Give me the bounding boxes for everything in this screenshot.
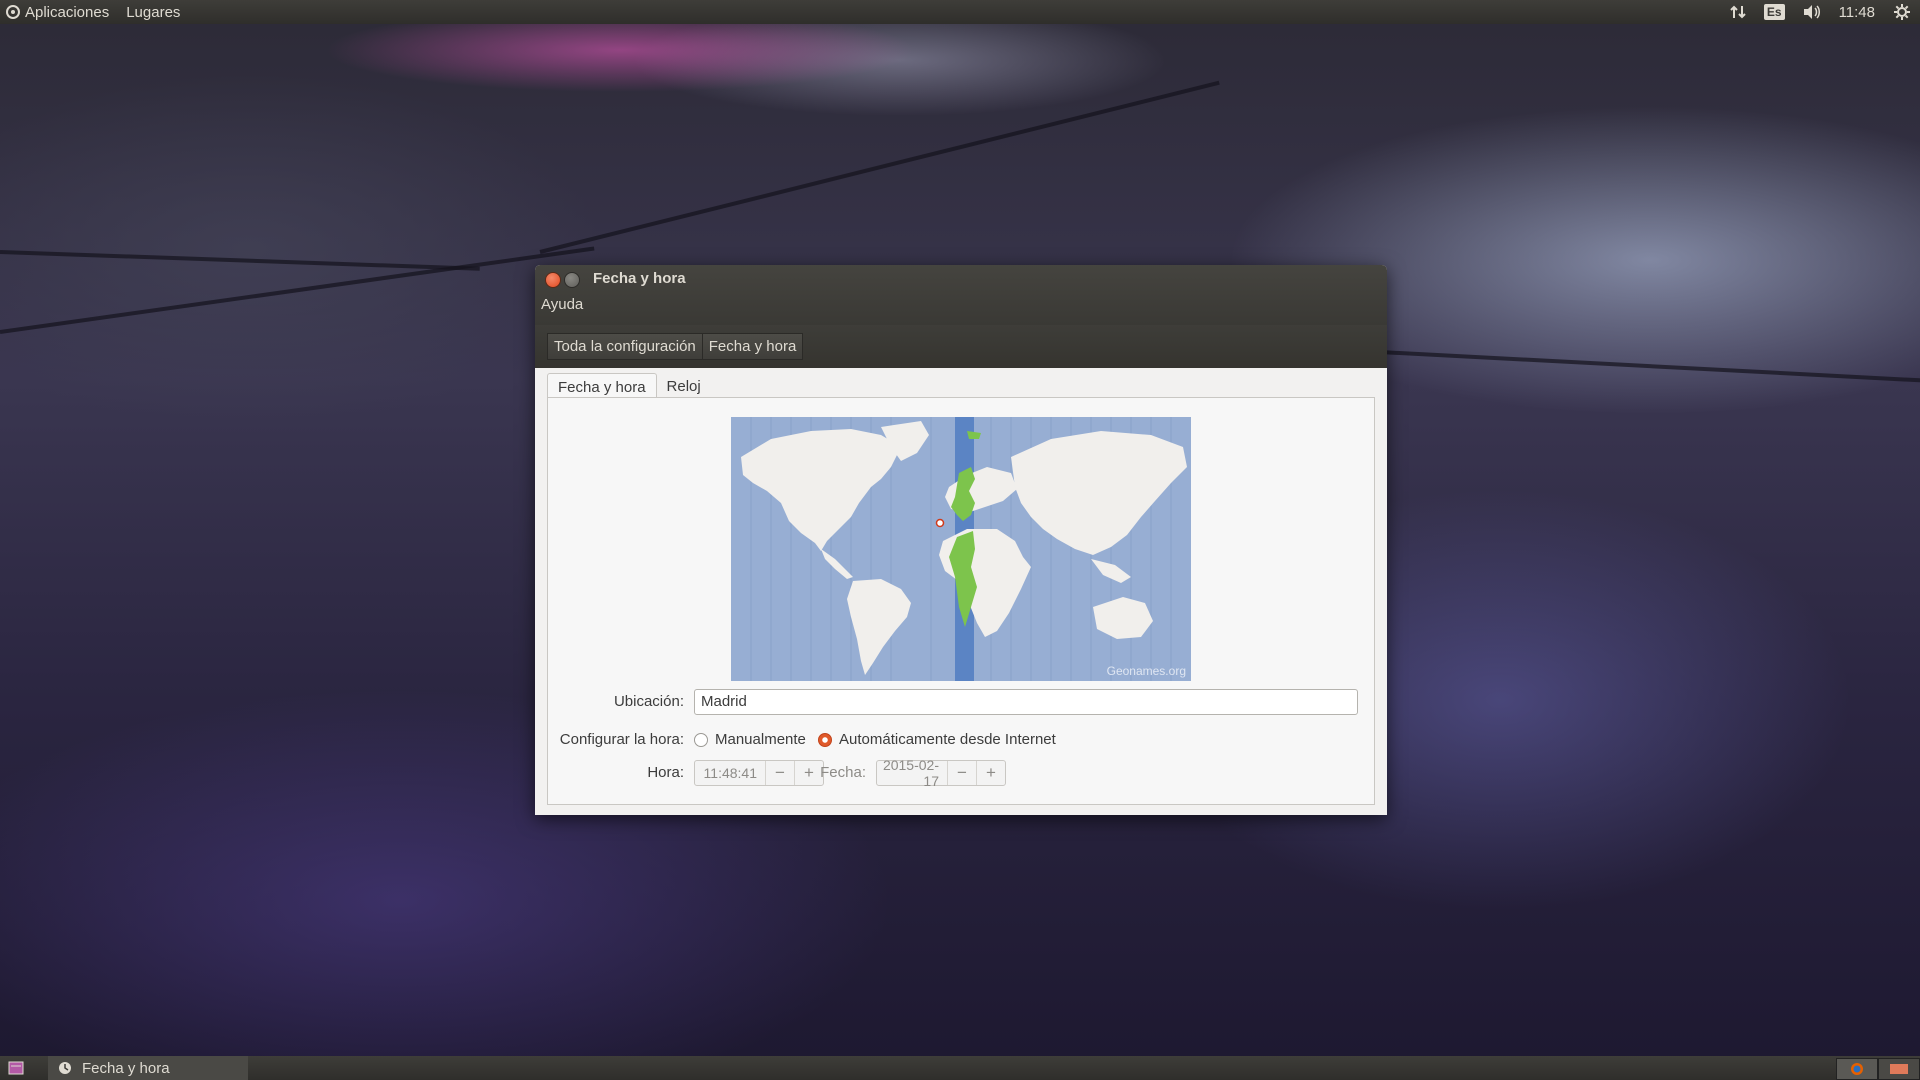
taskbar-item-date-time[interactable]: Fecha y hora — [48, 1056, 248, 1080]
map-credit: Geonames.org — [1106, 664, 1186, 678]
applications-menu[interactable]: Aplicaciones — [0, 0, 115, 24]
bottom-panel: Fecha y hora — [0, 1056, 1920, 1080]
radio-manual-indicator[interactable] — [694, 732, 708, 747]
location-input[interactable]: Madrid — [694, 689, 1358, 715]
radio-automatic-label[interactable]: Automáticamente desde Internet — [839, 731, 1056, 748]
show-desktop-icon[interactable] — [8, 1061, 24, 1075]
applications-label[interactable]: Aplicaciones — [25, 4, 109, 21]
window-titlebar[interactable]: Fecha y hora Ayuda — [535, 265, 1387, 325]
time-decrease-button[interactable]: − — [765, 761, 794, 785]
browser-icon — [1851, 1063, 1863, 1075]
distro-logo-icon — [6, 5, 20, 19]
settings-toolbar: Toda la configuración Fecha y hora — [535, 325, 1387, 368]
clock-icon — [59, 1062, 71, 1074]
breadcrumb-date-time[interactable]: Fecha y hora — [702, 333, 804, 360]
time-value[interactable]: 11:48:41 — [695, 765, 765, 781]
panel-clock[interactable]: 11:48 — [1839, 4, 1875, 21]
continent-central-america — [821, 549, 853, 579]
radio-manual[interactable]: Manualmente — [694, 731, 806, 748]
radio-automatic-indicator[interactable] — [818, 732, 832, 747]
radio-automatic[interactable]: Automáticamente desde Internet — [818, 731, 1056, 748]
time-spinner[interactable]: 11:48:41 − + — [694, 760, 824, 786]
gear-icon[interactable] — [1893, 3, 1911, 21]
date-increase-button[interactable]: + — [976, 761, 1005, 785]
radio-manual-label[interactable]: Manualmente — [715, 731, 806, 748]
continent-africa — [939, 529, 1031, 637]
date-time-window: Fecha y hora Ayuda Toda la configuración… — [535, 265, 1387, 815]
minimize-window-button[interactable] — [564, 272, 580, 288]
close-window-button[interactable] — [545, 272, 561, 288]
keyboard-layout-indicator[interactable]: Es — [1763, 4, 1785, 20]
date-decrease-button[interactable]: − — [947, 761, 976, 785]
continent-south-america — [847, 579, 911, 675]
top-panel: Aplicaciones Lugares Es 11:48 — [0, 0, 1920, 24]
workspace-2[interactable] — [1878, 1058, 1920, 1080]
taskbar-item-label[interactable]: Fecha y hora — [82, 1060, 170, 1077]
date-value[interactable]: 2015-02-17 — [877, 757, 947, 789]
timezone-map[interactable]: Geonames.org — [731, 417, 1191, 681]
set-time-label: Configurar la hora: — [559, 731, 684, 748]
places-label[interactable]: Lugares — [126, 4, 180, 21]
date-spinner[interactable]: 2015-02-17 − + — [876, 757, 1006, 789]
continent-asia — [1011, 431, 1187, 555]
workspace-1[interactable] — [1836, 1058, 1878, 1080]
volume-icon[interactable] — [1803, 4, 1821, 20]
location-pin-icon — [935, 518, 945, 528]
window-thumbnail — [1890, 1064, 1908, 1074]
network-transfer-icon[interactable] — [1730, 4, 1746, 20]
location-label: Ubicación: — [613, 693, 684, 710]
window-title: Fecha y hora — [593, 270, 686, 287]
time-label: Hora: — [647, 764, 684, 781]
breadcrumb-all-settings[interactable]: Toda la configuración — [547, 333, 703, 360]
continent-australia — [1093, 597, 1153, 639]
help-menu[interactable]: Ayuda — [541, 296, 583, 313]
date-label: Fecha: — [820, 764, 866, 781]
tab-panel-date-time: Geonames.org Ubicación: Madrid Configura… — [547, 397, 1375, 805]
breadcrumb: Toda la configuración Fecha y hora — [547, 333, 804, 360]
places-menu[interactable]: Lugares — [115, 0, 186, 24]
continent-north-america — [741, 429, 901, 551]
